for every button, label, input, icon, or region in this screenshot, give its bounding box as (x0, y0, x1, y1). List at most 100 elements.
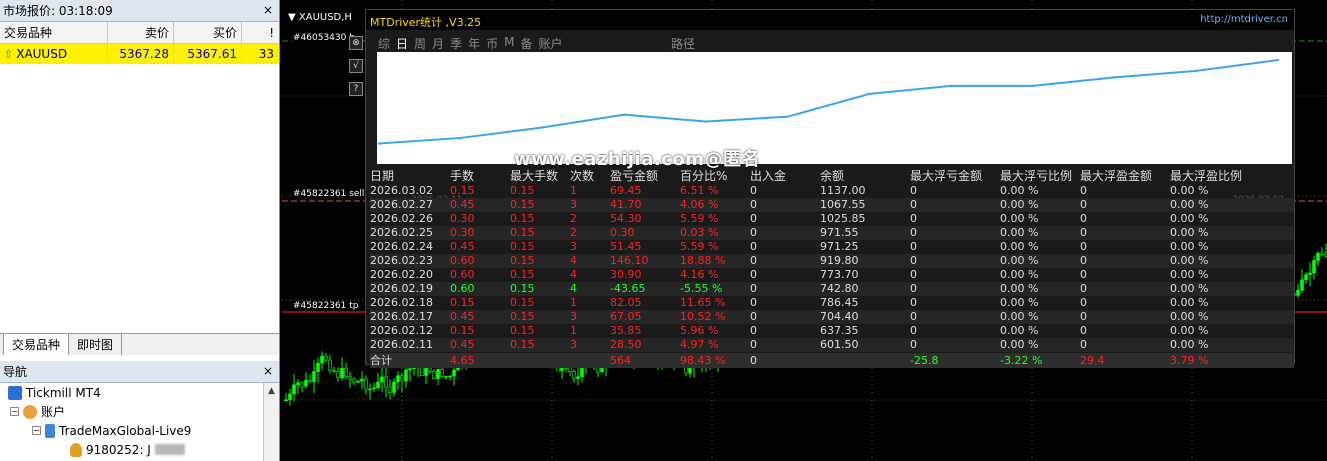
tab-5[interactable]: 年 (468, 35, 480, 52)
table-cell: 最大浮盈金额 (1080, 169, 1153, 183)
table-cell: 0 (910, 240, 917, 253)
table-cell: 0.60 (450, 282, 475, 295)
column-header-bid[interactable]: 卖价 (108, 22, 174, 43)
mtdriver-stats-window[interactable]: MTDriver统计 ,V3.25 http://mtdriver.cn ⊗ √… (349, 9, 1295, 368)
collapse-icon[interactable]: − (32, 426, 41, 435)
daily-stats-table: 日期 手数 最大手数 次数 盈亏金额 百分比% 出入金 余额 最大浮亏金额 最大浮亏比例 最大浮盈金… (370, 168, 1294, 368)
tree-item-platform[interactable]: Tickmill MT4 (8, 383, 101, 402)
table-cell: 0 (910, 254, 917, 267)
candle-body (580, 367, 584, 377)
table-cell: 1 (570, 184, 577, 197)
table-cell: 次数 (570, 169, 595, 183)
close-icon[interactable]: × (261, 364, 275, 378)
candle-body (324, 356, 328, 361)
tree-item-account[interactable]: 9180252: J (70, 440, 185, 459)
equity-point (622, 113, 626, 116)
tab-2[interactable]: 周 (414, 35, 426, 52)
table-cell: 6.51 % (680, 184, 719, 197)
table-cell: 2 (570, 212, 577, 225)
tab-0[interactable]: 综 (378, 35, 390, 52)
table-cell: 82.05 (610, 296, 642, 309)
table-cell: 564 (610, 354, 631, 367)
tab-6[interactable]: 币 (486, 35, 498, 52)
table-cell: 0.00 % (1170, 310, 1209, 323)
candle-body (332, 370, 336, 372)
candle-body (316, 362, 320, 372)
candle-body (560, 368, 564, 372)
table-cell: 0.00 % (1170, 324, 1209, 337)
candle-body (688, 367, 692, 374)
scroll-up-icon[interactable]: ▲ (264, 383, 279, 399)
table-cell: 0 (1080, 198, 1087, 211)
candle-body (392, 381, 396, 393)
candle-body (452, 369, 456, 377)
table-cell: 0 (750, 240, 757, 253)
mtdriver-link[interactable]: http://mtdriver.cn (1200, 14, 1288, 25)
tab-4[interactable]: 季 (450, 35, 462, 52)
table-cell: 0 (750, 226, 757, 239)
table-cell: 0.15 (450, 324, 475, 337)
column-header-ask[interactable]: 买价 (174, 22, 242, 43)
table-cell: 0.15 (510, 268, 535, 281)
table-cell: 146.10 (610, 254, 649, 267)
market-watch-title: 市场报价: 03:18:09 × (0, 0, 279, 22)
table-cell: 0.00 % (1000, 296, 1039, 309)
path-label[interactable]: 路径 (671, 35, 695, 52)
table-cell: 971.55 (820, 226, 859, 239)
table-cell: 0.00 % (1170, 268, 1209, 281)
candle-body (432, 371, 436, 379)
help-icon[interactable]: ? (349, 82, 363, 96)
candle-body (572, 371, 576, 379)
tab-7[interactable]: M (504, 35, 514, 52)
close-icon[interactable]: ⊗ (349, 36, 363, 50)
table-row: 2026.02.11 0.45 0.15 3 28.50 4.97 % 0 601.50 0 0.… (370, 338, 1294, 352)
candle-body (336, 371, 340, 378)
check-icon[interactable]: √ (349, 59, 363, 73)
equity-point (1276, 58, 1280, 62)
table-cell: 4.97 % (680, 338, 719, 351)
table-row: 2026.02.20 0.60 0.15 4 30.90 4.16 % 0 773.70 0 0.… (370, 268, 1294, 282)
tab-9[interactable]: 账户 (538, 35, 562, 52)
table-cell: -25.8 (910, 354, 939, 367)
collapse-icon[interactable]: − (10, 407, 19, 416)
navigator-tree: Tickmill MT4 − 账户 − TradeMaxGlobal-Live9… (0, 383, 279, 461)
candle-body (388, 386, 392, 393)
table-cell: 0 (750, 268, 757, 281)
symbol-row[interactable]: ⇧ XAUUSD 5367.28 5367.61 33 (0, 44, 279, 64)
candle-body (380, 376, 384, 383)
candle-body (356, 380, 360, 383)
candle-body (376, 381, 380, 389)
tab-tick-chart[interactable]: 即时图 (69, 334, 123, 355)
close-icon[interactable]: × (261, 3, 275, 17)
table-cell: 0 (910, 338, 917, 351)
column-header-spread[interactable]: ! (242, 22, 278, 43)
table-cell: 3 (570, 338, 577, 351)
tree-item-accounts[interactable]: − 账户 (10, 402, 65, 421)
tab-1[interactable]: 日 (396, 35, 408, 52)
mtdriver-tabs: 综日周月季年币 M 备账户 (378, 35, 563, 52)
table-cell: 0 (1080, 338, 1087, 351)
table-cell: 10.52 % (680, 310, 726, 323)
tab-symbols[interactable]: 交易品种 (3, 334, 70, 355)
table-cell: 0.15 (510, 240, 535, 253)
tree-label: Tickmill MT4 (26, 385, 101, 400)
table-cell: 0.00 % (1170, 240, 1209, 253)
column-header-symbol[interactable]: 交易品种 (0, 22, 108, 43)
tree-item-server[interactable]: − TradeMaxGlobal-Live9 (32, 421, 191, 440)
candle-body (368, 388, 372, 391)
table-cell: 0.15 (510, 212, 535, 225)
table-cell: 0.15 (510, 296, 535, 309)
table-cell (510, 353, 570, 368)
table-cell: 0 (1080, 282, 1087, 295)
table-cell: 30.90 (610, 268, 642, 281)
navigator-scrollbar[interactable]: ▲ (263, 383, 279, 461)
tab-8[interactable]: 备 (520, 35, 532, 52)
table-cell: 2026.02.19 (370, 282, 433, 295)
table-cell: 971.25 (820, 240, 859, 253)
tab-3[interactable]: 月 (432, 35, 444, 52)
candle-body (364, 378, 368, 390)
candle-body (344, 368, 348, 378)
table-cell: 2026.03.02 (370, 184, 433, 197)
table-cell: 日期 (370, 169, 395, 183)
candle-body (1304, 274, 1308, 281)
